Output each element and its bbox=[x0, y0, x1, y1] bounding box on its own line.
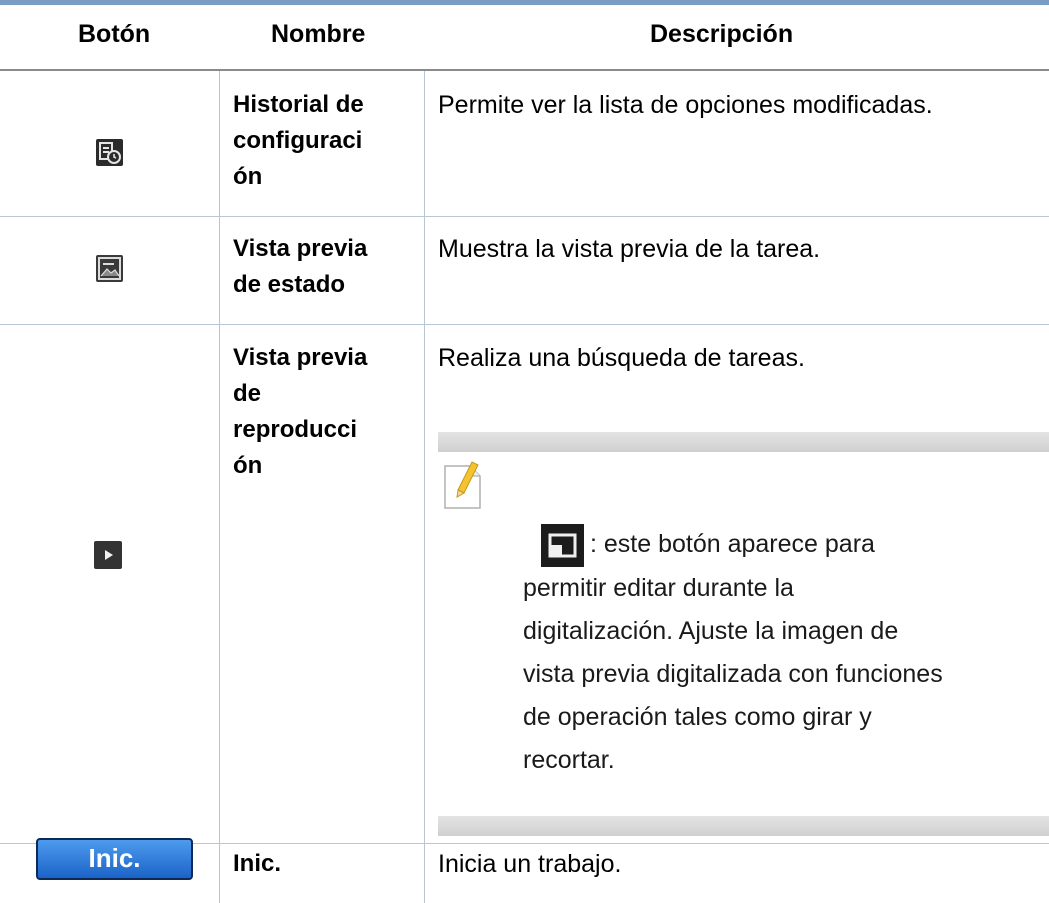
header-rule bbox=[0, 69, 1049, 71]
row-description: Permite ver la lista de opciones modific… bbox=[438, 91, 933, 119]
start-button[interactable]: Inic. bbox=[36, 838, 193, 880]
row-name: Vista previa de reproducci ón bbox=[233, 344, 368, 479]
note-top-band bbox=[438, 432, 1049, 452]
note-box: : este botón aparece para permitir edita… bbox=[438, 432, 1049, 836]
header-name: Nombre bbox=[271, 20, 366, 48]
play-icon bbox=[94, 541, 122, 569]
row-divider bbox=[0, 324, 1049, 325]
note-pencil-icon bbox=[442, 456, 484, 510]
header-description: Descripción bbox=[650, 20, 794, 48]
crop-edit-icon bbox=[541, 523, 584, 567]
note-text: : este botón aparece para permitir edita… bbox=[523, 523, 1049, 782]
column-divider-2 bbox=[424, 71, 425, 903]
settings-history-icon bbox=[96, 139, 123, 166]
row-description: Realiza una búsqueda de tareas. bbox=[438, 344, 805, 372]
row-divider bbox=[0, 216, 1049, 217]
table-top-rule bbox=[0, 0, 1049, 5]
row-description: Muestra la vista previa de la tarea. bbox=[438, 235, 821, 263]
column-divider-1 bbox=[219, 71, 220, 903]
row-name: Inic. bbox=[233, 850, 282, 877]
row-description: Inicia un trabajo. bbox=[438, 850, 622, 878]
header-button: Botón bbox=[78, 20, 151, 48]
row-name: Historial de configuraci ón bbox=[233, 91, 364, 190]
row-name: Vista previa de estado bbox=[233, 235, 368, 298]
note-bottom-band bbox=[438, 816, 1049, 836]
preview-image-icon bbox=[96, 255, 123, 282]
